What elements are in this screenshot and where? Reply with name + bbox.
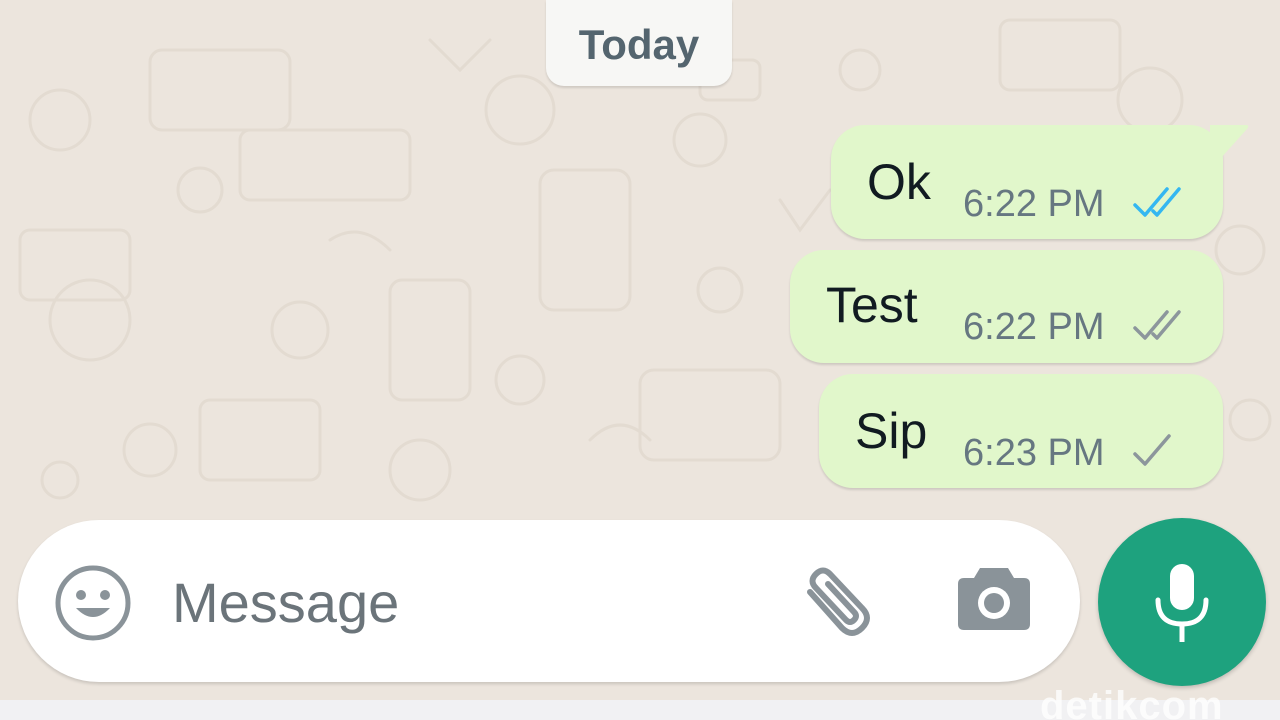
microphone-icon — [1155, 564, 1209, 642]
message-time: 6:22 PM — [963, 183, 1105, 225]
message-time: 6:23 PM — [963, 432, 1105, 474]
attachment-icon[interactable] — [796, 562, 882, 642]
double-check-blue-icon — [1133, 187, 1181, 217]
message-input[interactable]: Message — [172, 575, 399, 631]
chat-screen: Today Ok 6:22 PM Test 6:22 PM Sip 6:23 P… — [0, 0, 1280, 720]
date-divider-label: Today — [578, 21, 700, 68]
camera-icon[interactable] — [956, 564, 1032, 632]
message-bubble-outgoing[interactable]: Ok 6:22 PM — [831, 125, 1223, 239]
message-bubble-outgoing[interactable]: Test 6:22 PM — [790, 250, 1223, 363]
message-text: Test — [826, 277, 918, 333]
message-text: Ok — [867, 154, 931, 210]
date-divider: Today — [546, 0, 732, 86]
bubble-tail — [1210, 125, 1249, 159]
double-check-grey-icon — [1133, 310, 1181, 340]
message-time: 6:22 PM — [963, 306, 1105, 348]
watermark: detikcom — [1040, 684, 1224, 720]
message-bubble-outgoing[interactable]: Sip 6:23 PM — [819, 374, 1223, 488]
voice-record-button[interactable] — [1098, 518, 1266, 686]
emoji-icon[interactable] — [54, 564, 132, 642]
single-check-grey-icon — [1133, 434, 1171, 466]
message-text: Sip — [855, 403, 928, 459]
